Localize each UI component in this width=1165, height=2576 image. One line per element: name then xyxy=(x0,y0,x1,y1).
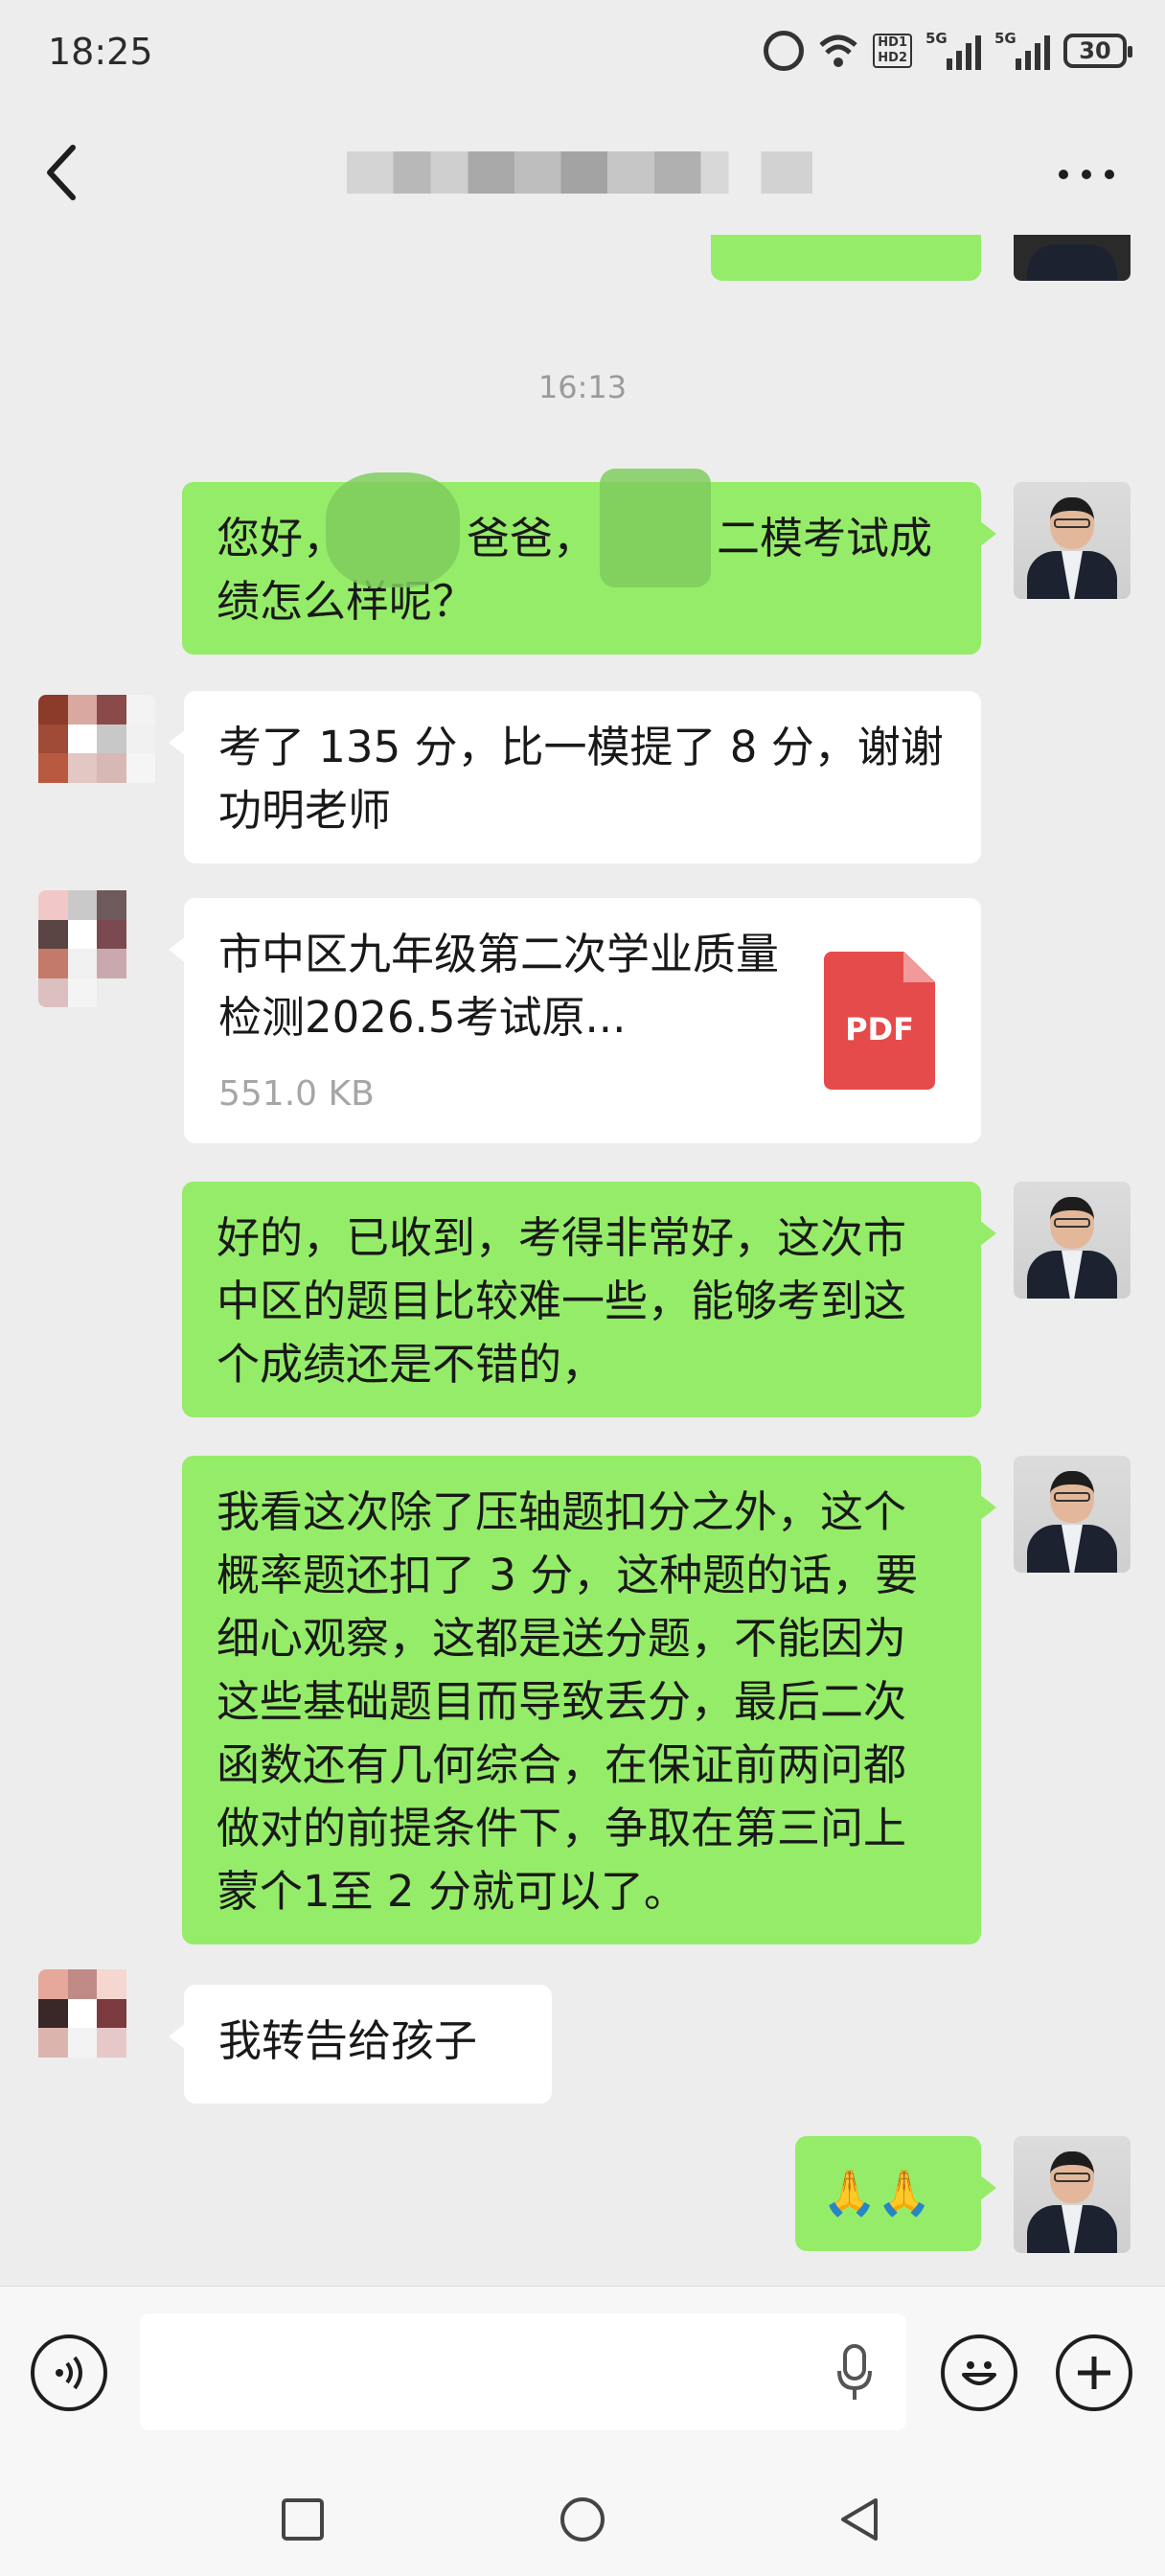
input-bar xyxy=(0,2286,1165,2458)
emoji-icon xyxy=(962,2361,996,2385)
home-icon[interactable] xyxy=(560,2496,605,2542)
more-button[interactable] xyxy=(1052,144,1121,201)
message-text: 我看这次除了压轴题扣分之外，这个概率题还扣了 3 分，这种题的话，要细心观察，这… xyxy=(217,1486,919,1917)
file-name: 市中区九年级第二次学业质量检测2026.5考试原... xyxy=(218,929,780,1043)
message-bubble-outgoing[interactable]: 🙏🙏 xyxy=(795,2136,996,2251)
previous-message-bubble xyxy=(711,235,981,281)
chat-title-blurred xyxy=(347,151,812,194)
signal-icon-1: 5G xyxy=(925,30,981,70)
signal-icon-2: 5G xyxy=(994,30,1050,70)
hd2-label: HD2 xyxy=(878,51,907,65)
hd-icon: HD1 HD2 xyxy=(873,34,912,68)
more-horizontal-icon xyxy=(1059,170,1114,179)
message-list[interactable]: 16:13 您好， 爸爸， 二模考试成绩怎么样呢？ 考了 135 分，比一模提了 8… xyxy=(0,235,1165,2286)
status-icons: HD1 HD2 5G 5G 30 xyxy=(764,29,1132,73)
file-message-bubble[interactable]: 市中区九年级第二次学业质量检测2026.5考试原... 551.0 KB PDF xyxy=(169,898,981,1143)
message-text: 好的，已收到，考得非常好，这次市中区的题目比较难一些，能够考到这个成绩还是不错的… xyxy=(217,1212,907,1390)
blurred-name-2 xyxy=(600,469,711,587)
message-text: 考了 135 分，比一模提了 8 分，谢谢功明老师 xyxy=(218,722,944,836)
teacher-avatar[interactable] xyxy=(1014,2136,1131,2253)
network-label-1: 5G xyxy=(925,30,948,47)
microphone-icon[interactable] xyxy=(835,2344,874,2402)
blurred-name-1 xyxy=(326,472,460,587)
message-bubble-outgoing[interactable]: 我看这次除了压轴题扣分之外，这个概率题还扣了 3 分，这种题的话，要细心观察，这… xyxy=(182,1456,996,1944)
alarm-icon xyxy=(764,31,805,71)
chevron-left-icon xyxy=(47,145,76,200)
previous-message-avatar xyxy=(1014,235,1131,281)
plus-icon xyxy=(1078,2357,1110,2389)
message-bubble-incoming[interactable]: 考了 135 分，比一模提了 8 分，谢谢功明老师 xyxy=(169,691,981,863)
back-button[interactable] xyxy=(34,134,92,211)
emoji-button[interactable] xyxy=(941,2334,1017,2411)
recent-apps-icon[interactable] xyxy=(280,2496,326,2542)
teacher-avatar[interactable] xyxy=(1014,1456,1131,1573)
message-timestamp: 16:13 xyxy=(537,369,628,405)
hd1-label: HD1 xyxy=(878,35,907,50)
message-bubble-outgoing[interactable]: 您好， 爸爸， 二模考试成绩怎么样呢？ xyxy=(182,469,996,655)
teacher-avatar[interactable] xyxy=(1014,482,1131,599)
teacher-avatar[interactable] xyxy=(1014,1182,1131,1299)
message-text: 爸爸， xyxy=(467,513,597,564)
status-bar: 18:25 HD1 HD2 5G 5G 30 xyxy=(0,0,1165,105)
parent-avatar[interactable] xyxy=(38,695,155,812)
message-bubble-incoming[interactable]: 我转告给孩子 xyxy=(169,1985,552,2104)
message-input[interactable] xyxy=(140,2313,906,2430)
plus-button[interactable] xyxy=(1056,2334,1132,2411)
parent-avatar[interactable] xyxy=(38,890,155,1007)
status-time: 18:25 xyxy=(48,31,153,73)
voice-icon xyxy=(56,2356,82,2390)
parent-avatar[interactable] xyxy=(38,1969,155,2086)
battery-icon: 30 xyxy=(1063,34,1132,68)
message-bubble-outgoing[interactable]: 好的，已收到，考得非常好，这次市中区的题目比较难一些，能够考到这个成绩还是不错的… xyxy=(182,1182,996,1417)
wifi-icon xyxy=(817,32,859,70)
praying-hands-emoji: 🙏🙏 xyxy=(822,2167,932,2219)
system-navigation-bar xyxy=(0,2458,1165,2576)
network-label-2: 5G xyxy=(994,30,1017,47)
message-text: 我转告给孩子 xyxy=(218,2015,478,2066)
voice-button[interactable] xyxy=(31,2334,107,2411)
back-triangle-icon[interactable] xyxy=(837,2496,883,2542)
